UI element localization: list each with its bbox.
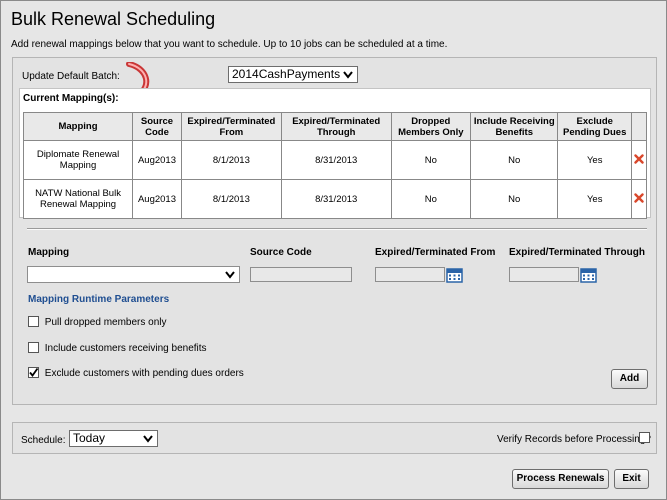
col-include-benefits: Include Receiving Benefits xyxy=(470,112,559,141)
cell-expired-through: 8/31/2013 xyxy=(280,140,392,180)
source-code-label: Source Code xyxy=(250,247,312,258)
cell-source-code: Aug2013 xyxy=(132,179,182,219)
col-dropped-only: Dropped Members Only xyxy=(390,112,472,141)
cell-mapping: Diplomate Renewal Mapping xyxy=(22,140,134,180)
source-code-input[interactable] xyxy=(250,267,352,282)
process-renewals-button[interactable]: Process Renewals xyxy=(512,469,609,489)
current-mappings-box: Current Mapping(s): Mapping Source Code … xyxy=(19,88,651,219)
runtime-parameters-label: Mapping Runtime Parameters xyxy=(28,294,170,305)
option-pull-dropped: Pull dropped members only xyxy=(28,316,167,328)
delete-row-button[interactable] xyxy=(630,179,648,219)
delete-icon xyxy=(634,192,644,203)
include-benefits-checkbox[interactable] xyxy=(28,342,39,353)
cell-dropped-only: No xyxy=(390,140,472,180)
calendar-icon[interactable] xyxy=(580,267,597,283)
add-button[interactable]: Add xyxy=(611,369,648,389)
cell-mapping: NATW National Bulk Renewal Mapping xyxy=(22,179,134,219)
page-title: Bulk Renewal Scheduling xyxy=(11,9,216,29)
include-benefits-label: Include customers receiving benefits xyxy=(44,343,207,354)
exclude-pending-checkbox[interactable] xyxy=(28,367,39,378)
verify-label: Verify Records before Processing? xyxy=(497,434,651,445)
checkmark-icon xyxy=(29,367,39,377)
schedule-select[interactable]: Today xyxy=(69,430,158,447)
cell-source-code: Aug2013 xyxy=(132,140,182,180)
table-header-row: Mapping Source Code Expired/Terminated F… xyxy=(22,112,648,141)
cell-include-benefits: No xyxy=(470,140,559,180)
cell-include-benefits: No xyxy=(470,179,559,219)
option-include-benefits: Include customers receiving benefits xyxy=(28,342,207,354)
current-mappings-label: Current Mapping(s): xyxy=(23,93,119,104)
batch-label: Update Default Batch: xyxy=(22,71,120,82)
expired-through-input[interactable] xyxy=(509,267,579,282)
col-exclude-pending: Exclude Pending Dues xyxy=(557,112,632,141)
pull-dropped-label: Pull dropped members only xyxy=(44,317,167,328)
pull-dropped-checkbox[interactable] xyxy=(28,316,39,327)
mapping-label: Mapping xyxy=(28,247,70,258)
bulk-renewal-window: Bulk Renewal Scheduling Add renewal mapp… xyxy=(0,0,667,500)
chevron-down-icon xyxy=(225,271,235,279)
table-row: Diplomate Renewal Mapping Aug2013 8/1/20… xyxy=(22,140,648,180)
schedule-label: Schedule: xyxy=(21,435,66,446)
exit-button[interactable]: Exit xyxy=(614,469,649,489)
schedule-select-value: Today xyxy=(73,431,106,445)
calendar-icon[interactable] xyxy=(446,267,463,283)
schedule-bar: Schedule: Today Verify Records before Pr… xyxy=(12,422,657,454)
cell-dropped-only: No xyxy=(390,179,472,219)
expired-from-input[interactable] xyxy=(375,267,445,282)
expired-from-label: Expired/Terminated From xyxy=(375,247,496,258)
page-subtitle: Add renewal mappings below that you want… xyxy=(11,39,448,50)
chevron-down-icon xyxy=(343,71,353,79)
cell-expired-from: 8/1/2013 xyxy=(180,140,282,180)
batch-select[interactable]: 2014CashPayments xyxy=(228,66,358,83)
mapping-panel: Update Default Batch: 2014CashPayments C… xyxy=(12,57,657,405)
cell-exclude-pending: Yes xyxy=(557,140,632,180)
batch-select-value: 2014CashPayments xyxy=(232,67,341,81)
delete-row-button[interactable] xyxy=(630,140,648,180)
table-row: NATW National Bulk Renewal Mapping Aug20… xyxy=(22,179,648,219)
col-expired-through: Expired/Terminated Through xyxy=(280,112,392,141)
delete-icon xyxy=(634,153,644,164)
chevron-down-icon xyxy=(143,435,153,443)
current-mappings-table: Mapping Source Code Expired/Terminated F… xyxy=(22,112,648,219)
option-exclude-pending: Exclude customers with pending dues orde… xyxy=(28,367,244,379)
cell-exclude-pending: Yes xyxy=(557,179,632,219)
cell-expired-through: 8/31/2013 xyxy=(280,179,392,219)
col-expired-from: Expired/Terminated From xyxy=(180,112,282,141)
verify-checkbox[interactable] xyxy=(639,432,650,443)
mapping-select[interactable] xyxy=(27,266,240,283)
col-source-code: Source Code xyxy=(132,112,182,141)
exclude-pending-label: Exclude customers with pending dues orde… xyxy=(44,368,244,379)
expired-through-label: Expired/Terminated Through xyxy=(509,247,645,258)
cell-expired-from: 8/1/2013 xyxy=(180,179,282,219)
section-divider xyxy=(27,228,647,230)
col-mapping: Mapping xyxy=(22,112,134,141)
col-delete xyxy=(630,112,648,141)
